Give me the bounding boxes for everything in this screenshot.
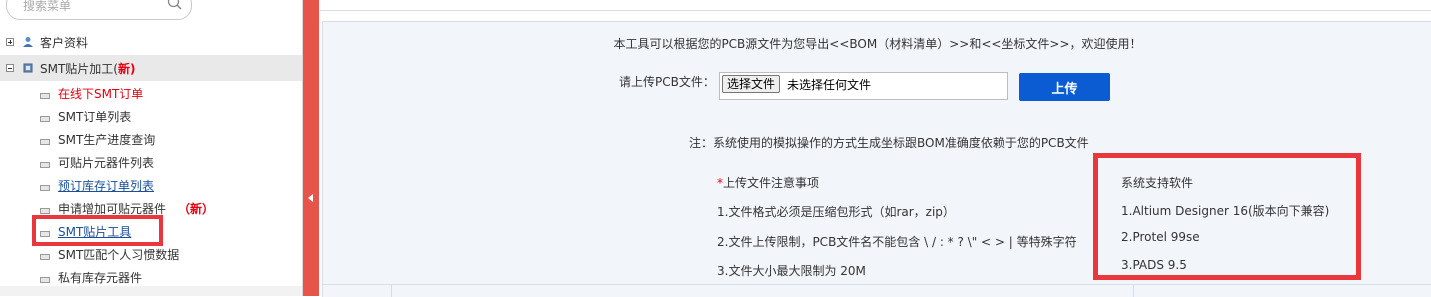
page-icon [40, 93, 50, 99]
chevron-left-icon[interactable] [308, 194, 313, 202]
page-icon [40, 162, 50, 168]
file-status: 未选择任何文件 [787, 78, 872, 92]
sidebar-item-label: SMT匹配个人习惯数据 [58, 247, 180, 262]
sidebar-collapse-handle[interactable] [303, 0, 319, 296]
support-item: 1.Altium Designer 16(版本向下兼容) [1121, 204, 1330, 218]
requirements-title-text: 上传文件注意事项 [723, 176, 820, 190]
group-label-text: SMT贴片加工( [40, 61, 118, 76]
top-strip [320, 0, 1431, 11]
sidebar-item-label: SMT订单列表 [58, 109, 132, 124]
divider [323, 284, 1431, 285]
support-title: 系统支持软件 [1121, 176, 1194, 190]
highlight-frame [32, 215, 163, 246]
scrollbar-track[interactable] [0, 286, 302, 296]
requirement-item: 1.文件格式必须是压缩包形式（如rar，zip） [717, 205, 955, 219]
page-icon [40, 116, 50, 122]
support-item: 3.PADS 9.5 [1121, 258, 1187, 272]
requirements-title: *上传文件注意事项 [717, 174, 819, 191]
new-badge: 新) [117, 61, 136, 76]
sidebar-item-smt-progress[interactable]: SMT生产进度查询 [0, 128, 302, 150]
sidebar-item-component-list[interactable]: 可贴片元器件列表 [0, 151, 302, 173]
search-icon[interactable] [167, 0, 183, 14]
divider [391, 285, 392, 297]
requirement-item: 2.文件上传限制，PCB文件名不能包含 \ / : * ? \" < > | 等… [717, 235, 1077, 249]
collapse-icon[interactable] [6, 64, 14, 72]
chip-icon [22, 62, 34, 74]
sidebar-item-label: 在线下SMT订单 [58, 86, 144, 101]
sidebar-item-label: 可贴片元器件列表 [58, 155, 155, 170]
divider [1133, 285, 1134, 297]
support-item: 2.Protel 99se [1121, 230, 1200, 244]
choose-file-button[interactable]: 选择文件 [722, 75, 781, 93]
note-text: 注：系统使用的模拟操作的方式生成坐标跟BOM准确度依赖于您的PCB文件 [689, 136, 1089, 150]
page-icon [40, 185, 50, 191]
sidebar-item-label: 预订库存订单列表 [58, 178, 155, 193]
sidebar-item-place-smt-order[interactable]: 在线下SMT订单 [0, 82, 302, 104]
page-icon [40, 277, 50, 283]
sidebar-group-customer[interactable]: 客户资料 [0, 29, 302, 55]
requirement-item: 3.文件大小最大限制为 20M [717, 264, 866, 278]
upload-button[interactable]: 上传 [1019, 73, 1110, 101]
page-icon [40, 254, 50, 260]
page-icon [40, 139, 50, 145]
tool-panel: 本工具可以根据您的PCB源文件为您导出<<BOM（材料清单）>>和<<坐标文件>… [322, 21, 1431, 297]
search-input[interactable] [21, 0, 165, 17]
sidebar-group-label: 客户资料 [40, 35, 89, 50]
sidebar-item-label: SMT生产进度查询 [58, 132, 156, 147]
page-icon [40, 208, 50, 214]
sidebar-item-label: 私有库存元器件 [58, 270, 143, 285]
sidebar-item-personal-habit-data[interactable]: SMT匹配个人习惯数据 [0, 243, 302, 265]
sidebar-item-private-stock[interactable]: 私有库存元器件 [0, 266, 302, 288]
sidebar-item-reserve-stock-orders[interactable]: 预订库存订单列表 [0, 174, 302, 196]
sidebar-group-smt[interactable]: SMT贴片加工(新) [0, 55, 302, 81]
sidebar: 客户资料 SMT贴片加工(新) 在线下SMT订单 SMT订单列表 SMT生产进度… [0, 0, 303, 296]
intro-text: 本工具可以根据您的PCB源文件为您导出<<BOM（材料清单）>>和<<坐标文件>… [613, 37, 1142, 51]
expand-icon[interactable] [6, 38, 14, 46]
main-content: 本工具可以根据您的PCB源文件为您导出<<BOM（材料清单）>>和<<坐标文件>… [320, 0, 1431, 297]
sidebar-item-label: 申请增加可贴元器件 [58, 201, 167, 216]
user-icon [22, 36, 34, 48]
sidebar-item-smt-order-list[interactable]: SMT订单列表 [0, 105, 302, 127]
new-badge: （新） [178, 201, 215, 216]
search-box[interactable] [6, 0, 192, 20]
sidebar-group-label: SMT贴片加工(新) [40, 60, 135, 77]
upload-label: 请上传PCB文件： [619, 75, 715, 89]
file-input[interactable]: 选择文件 未选择任何文件 [719, 72, 1008, 100]
